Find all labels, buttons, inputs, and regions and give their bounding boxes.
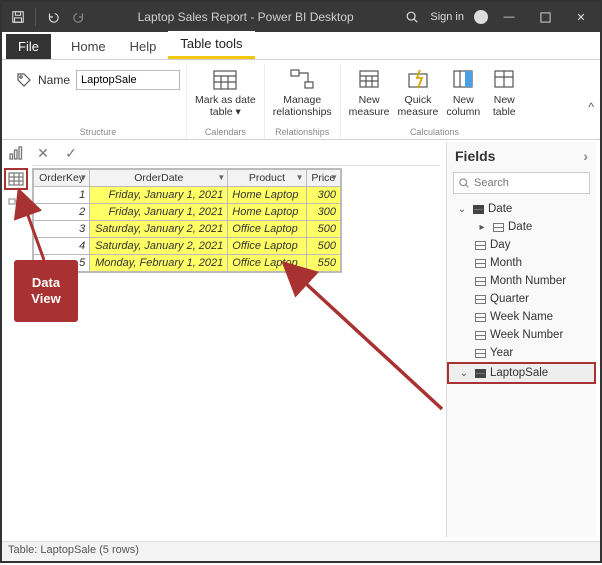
chevron-right-icon: ▸ (475, 222, 489, 233)
field-icon (475, 295, 486, 304)
field-icon (475, 277, 486, 286)
cancel-icon[interactable]: ✕ (32, 145, 54, 162)
group-calculations-label: Calculations (410, 127, 459, 139)
field-icon (475, 241, 486, 250)
field-week-number[interactable]: Week Number (447, 326, 596, 344)
table-laptopsale[interactable]: ⌄ LaptopSale (447, 362, 596, 384)
title-bar: Laptop Sales Report - Power BI Desktop S… (2, 2, 600, 32)
col-orderdate[interactable]: OrderDate▼ (90, 170, 228, 187)
calendar-icon (209, 66, 241, 92)
table-row[interactable]: 2Friday, January 1, 2021Home Laptop300 (34, 204, 341, 221)
field-quarter[interactable]: Quarter (447, 290, 596, 308)
search-icon[interactable] (400, 5, 424, 29)
field-year[interactable]: Year (447, 344, 596, 362)
report-view-button[interactable] (4, 142, 28, 164)
group-structure-label: Structure (80, 127, 117, 139)
avatar-icon[interactable] (474, 10, 488, 24)
new-column-button[interactable]: Newcolumn (444, 64, 482, 120)
table-row[interactable]: 4Saturday, January 2, 2021Office Laptop5… (34, 238, 341, 255)
close-button[interactable]: ✕ (566, 5, 596, 29)
fields-title: Fields (455, 148, 495, 164)
measure-icon (353, 66, 385, 92)
status-bar: Table: LaptopSale (5 rows) (2, 541, 600, 561)
collapse-ribbon-icon[interactable]: ^ (588, 100, 594, 114)
fields-pane: Fields › Search ⌄ Date ▸DateDayMonthMont… (446, 142, 596, 537)
field-week-name[interactable]: Week Name (447, 308, 596, 326)
manage-relationships-button[interactable]: Managerelationships (271, 64, 334, 120)
fields-search-input[interactable]: Search (453, 172, 590, 194)
signin-label[interactable]: Sign in (430, 11, 464, 23)
ribbon-body: Name Structure Mark as datetable ▾ Calen… (2, 60, 600, 140)
field-day[interactable]: Day (447, 236, 596, 254)
name-label: Name (38, 73, 70, 87)
table-row[interactable]: 5Monday, February 1, 2021Office Laptop55… (34, 255, 341, 272)
chevron-down-icon: ⌄ (455, 204, 469, 215)
new-table-button[interactable]: Newtable (486, 64, 522, 120)
tag-icon (16, 72, 32, 88)
fields-tree: ⌄ Date ▸DateDayMonthMonth NumberQuarterW… (447, 200, 596, 537)
formula-bar: ✕ ✓ (32, 142, 440, 166)
col-orderkey[interactable]: OrderKey▼ (34, 170, 90, 187)
minimize-button[interactable]: — (494, 5, 524, 29)
mark-as-date-table-button[interactable]: Mark as datetable ▾ (193, 64, 258, 120)
field-month[interactable]: Month (447, 254, 596, 272)
status-text: Table: LaptopSale (5 rows) (8, 544, 139, 556)
relationships-icon (286, 66, 318, 92)
field-icon (475, 349, 486, 358)
view-rail (4, 142, 30, 216)
data-grid: OrderKey▼ OrderDate▼ Product▼ Price▼ 1Fr… (32, 168, 342, 273)
field-icon (475, 259, 486, 268)
commit-icon[interactable]: ✓ (60, 145, 82, 162)
model-view-button[interactable] (4, 194, 28, 216)
table-icon (488, 66, 520, 92)
table-row[interactable]: 1Friday, January 1, 2021Home Laptop300 (34, 187, 341, 204)
window-title: Laptop Sales Report - Power BI Desktop (91, 10, 400, 24)
chevron-down-icon: ⌄ (457, 368, 471, 379)
group-relationships-label: Relationships (275, 127, 329, 139)
column-icon (447, 66, 479, 92)
annotation-callout: DataView (14, 260, 78, 322)
table-row[interactable]: 3Saturday, January 2, 2021Office Laptop5… (34, 221, 341, 238)
tab-help[interactable]: Help (118, 34, 169, 59)
table-icon (475, 369, 486, 378)
quick-measure-button[interactable]: Quickmeasure (396, 64, 441, 120)
table-icon (473, 205, 484, 214)
new-measure-button[interactable]: Newmeasure (347, 64, 392, 120)
tab-table-tools[interactable]: Table tools (168, 31, 254, 59)
field-icon (493, 223, 504, 232)
field-month-number[interactable]: Month Number (447, 272, 596, 290)
save-icon[interactable] (6, 5, 30, 29)
undo-icon[interactable] (41, 5, 65, 29)
col-price[interactable]: Price▼ (306, 170, 340, 187)
field-date[interactable]: ▸Date (447, 218, 596, 236)
tab-home[interactable]: Home (59, 34, 118, 59)
maximize-button[interactable] (530, 5, 560, 29)
col-product[interactable]: Product▼ (228, 170, 306, 187)
field-icon (475, 331, 486, 340)
data-view-button[interactable] (4, 168, 28, 190)
tab-file[interactable]: File (6, 34, 51, 59)
table-name-input[interactable] (76, 70, 180, 90)
chevron-right-icon[interactable]: › (583, 148, 588, 164)
quick-measure-icon (402, 66, 434, 92)
group-calendars-label: Calendars (205, 127, 246, 139)
field-icon (475, 313, 486, 322)
ribbon-tabs: File Home Help Table tools (2, 32, 600, 60)
redo-icon[interactable] (67, 5, 91, 29)
table-date[interactable]: ⌄ Date (447, 200, 596, 218)
